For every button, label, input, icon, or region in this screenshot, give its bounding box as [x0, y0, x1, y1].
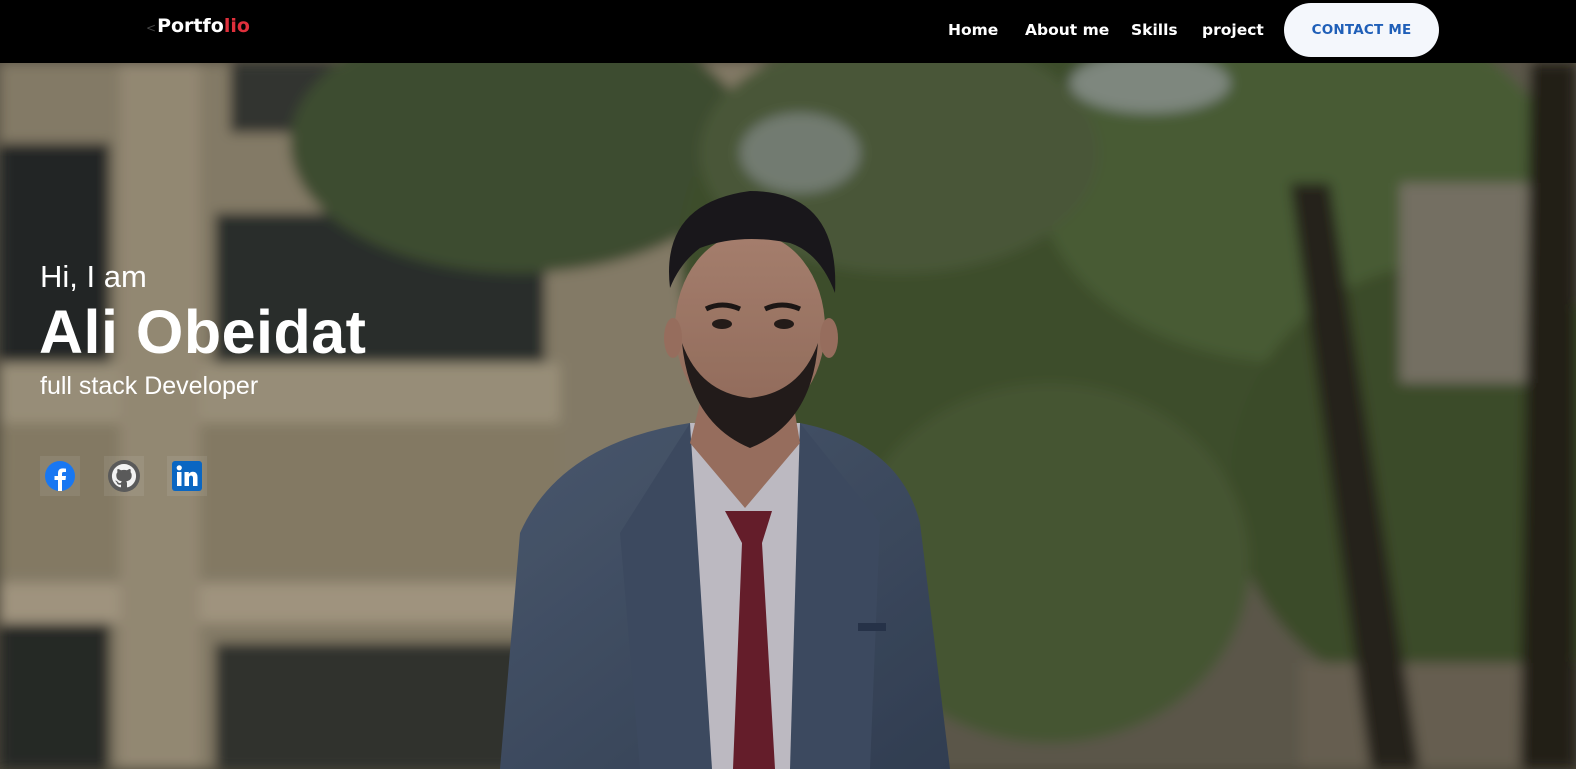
nav-link-about[interactable]: About me — [1025, 21, 1109, 39]
logo-bracket: < — [146, 21, 157, 35]
linkedin-link[interactable] — [167, 456, 207, 496]
navbar: < Portfo lio Home About me Skills projec… — [0, 0, 1576, 63]
hero-role: full stack Developer — [40, 372, 259, 400]
facebook-icon — [45, 461, 75, 491]
github-link[interactable] — [104, 456, 144, 496]
github-icon — [108, 460, 140, 492]
hero-greeting: Hi, I am — [40, 259, 147, 294]
hero-section: Hi, I am Ali Obeidat full stack Develope… — [0, 63, 1576, 769]
facebook-link[interactable] — [40, 456, 80, 496]
logo-text: Portfo — [157, 15, 224, 37]
linkedin-icon — [172, 461, 202, 491]
contact-me-button[interactable]: CONTACT ME — [1284, 3, 1439, 57]
nav-link-home[interactable]: Home — [948, 21, 998, 39]
logo[interactable]: < Portfo lio — [146, 15, 250, 37]
logo-accent-text: lio — [223, 15, 250, 37]
nav-link-skills[interactable]: Skills — [1131, 21, 1178, 39]
hero-name: Ali Obeidat — [39, 298, 367, 366]
hero-dark-overlay — [0, 63, 1576, 769]
nav-link-project[interactable]: project — [1202, 21, 1264, 39]
